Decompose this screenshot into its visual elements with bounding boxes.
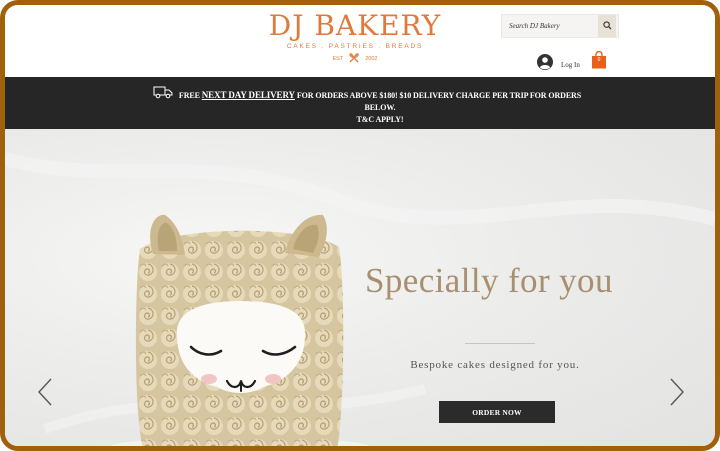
banner-highlight: NEXT DAY DELIVERY	[201, 90, 295, 100]
next-slide-button[interactable]	[669, 377, 685, 407]
logo-est-label: EST	[332, 56, 344, 62]
hero-slideshow: Specially for you Bespoke cakes designed…	[5, 129, 715, 446]
whisk-icon	[348, 52, 360, 66]
delivery-message: FREE NEXT DAY DELIVERY FOR ORDERS ABOVE …	[175, 89, 585, 126]
banner-free-label: FREE	[178, 91, 200, 100]
hero-headline: Specially for you	[365, 261, 613, 300]
logo-tagline: CAKES . PASTRIES . BREADS	[286, 43, 424, 50]
search-icon	[602, 17, 612, 35]
login-label: Log In	[561, 60, 580, 69]
search-button[interactable]	[598, 15, 616, 37]
chevron-left-icon	[37, 378, 53, 411]
search-bar	[501, 14, 619, 38]
banner-line1: FOR ORDERS ABOVE $180! $10 DELIVERY CHAR…	[296, 91, 582, 112]
site-logo[interactable]: DJ BAKERY CAKES . PASTRIES . BREADS EST …	[260, 11, 450, 66]
user-avatar-icon	[537, 54, 553, 75]
logo-title: DJ BAKERY	[268, 9, 442, 42]
chevron-right-icon	[669, 378, 685, 411]
truck-icon	[153, 85, 173, 104]
logo-established: EST 2002	[260, 52, 450, 66]
login-link[interactable]: Log In	[537, 54, 580, 75]
banner-line2: T&C APPLY!	[356, 115, 404, 124]
hero-divider	[465, 343, 535, 344]
site-header: DJ BAKERY CAKES . PASTRIES . BREADS EST …	[5, 5, 715, 77]
cart-count: 0	[597, 57, 601, 63]
prev-slide-button[interactable]	[37, 377, 53, 407]
hero-subtext: Bespoke cakes designed for you.	[410, 359, 580, 371]
logo-year: 2002	[365, 56, 378, 62]
order-now-button[interactable]: ORDER NOW	[439, 401, 555, 423]
search-input[interactable]	[502, 15, 598, 37]
cart-button[interactable]: 0	[591, 50, 607, 69]
browser-frame: DJ BAKERY CAKES . PASTRIES . BREADS EST …	[0, 0, 720, 451]
delivery-banner: FREE NEXT DAY DELIVERY FOR ORDERS ABOVE …	[5, 77, 715, 129]
